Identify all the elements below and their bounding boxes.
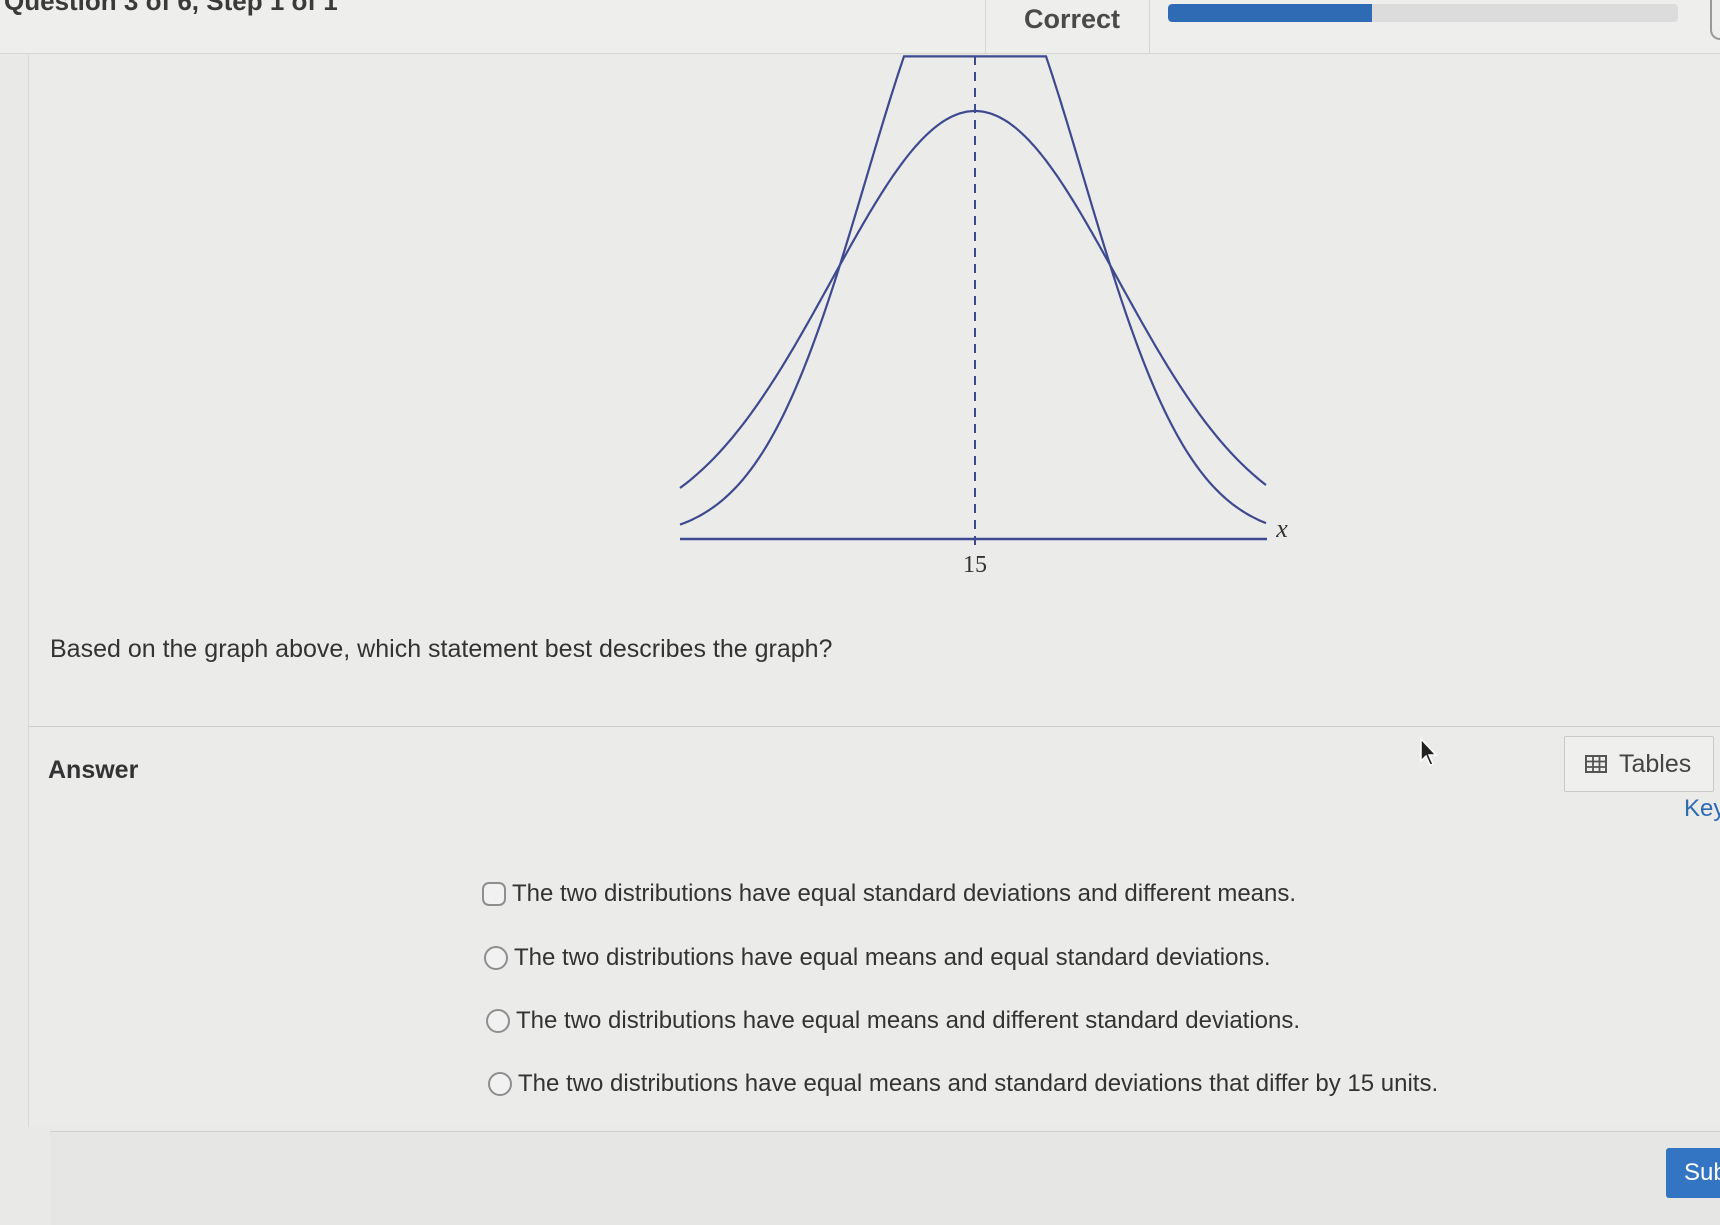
radio-button[interactable] <box>482 882 506 906</box>
option-text: The two distributions have equal standar… <box>512 880 1297 907</box>
tables-button-label: Tables <box>1619 749 1692 778</box>
option-text: The two distributions have equal means a… <box>518 1070 1439 1097</box>
radio-button[interactable] <box>484 946 508 970</box>
option-text: The two distributions have equal means a… <box>516 1007 1301 1034</box>
table-grid-icon <box>1585 755 1607 773</box>
submit-button[interactable]: Sub <box>1666 1148 1720 1198</box>
radio-button[interactable] <box>488 1072 512 1096</box>
answer-option-2[interactable]: The two distributions have equal means a… <box>484 944 1270 972</box>
radio-button[interactable] <box>486 1009 510 1033</box>
answer-option-3[interactable]: The two distributions have equal means a… <box>486 1007 1300 1035</box>
answer-option-1[interactable]: The two distributions have equal standar… <box>482 880 1296 908</box>
section-divider <box>28 726 1720 727</box>
tables-button[interactable]: Tables <box>1564 736 1714 792</box>
x-axis-label: x <box>1275 514 1288 543</box>
question-text: Based on the graph above, which statemen… <box>50 635 833 663</box>
answer-label: Answer <box>48 756 139 784</box>
mouse-pointer-icon <box>1420 737 1438 766</box>
wide-distribution-curve <box>679 109 1267 489</box>
mean-tick-label: 15 <box>963 552 987 578</box>
keypad-link[interactable]: Key <box>1684 795 1720 823</box>
normal-distribution-graph: 15 x <box>679 55 1288 578</box>
option-text: The two distributions have equal means a… <box>514 944 1271 971</box>
narrow-distribution-curve <box>679 55 1267 526</box>
footer-bar <box>50 1132 1720 1225</box>
answer-option-4[interactable]: The two distributions have equal means a… <box>488 1070 1438 1098</box>
